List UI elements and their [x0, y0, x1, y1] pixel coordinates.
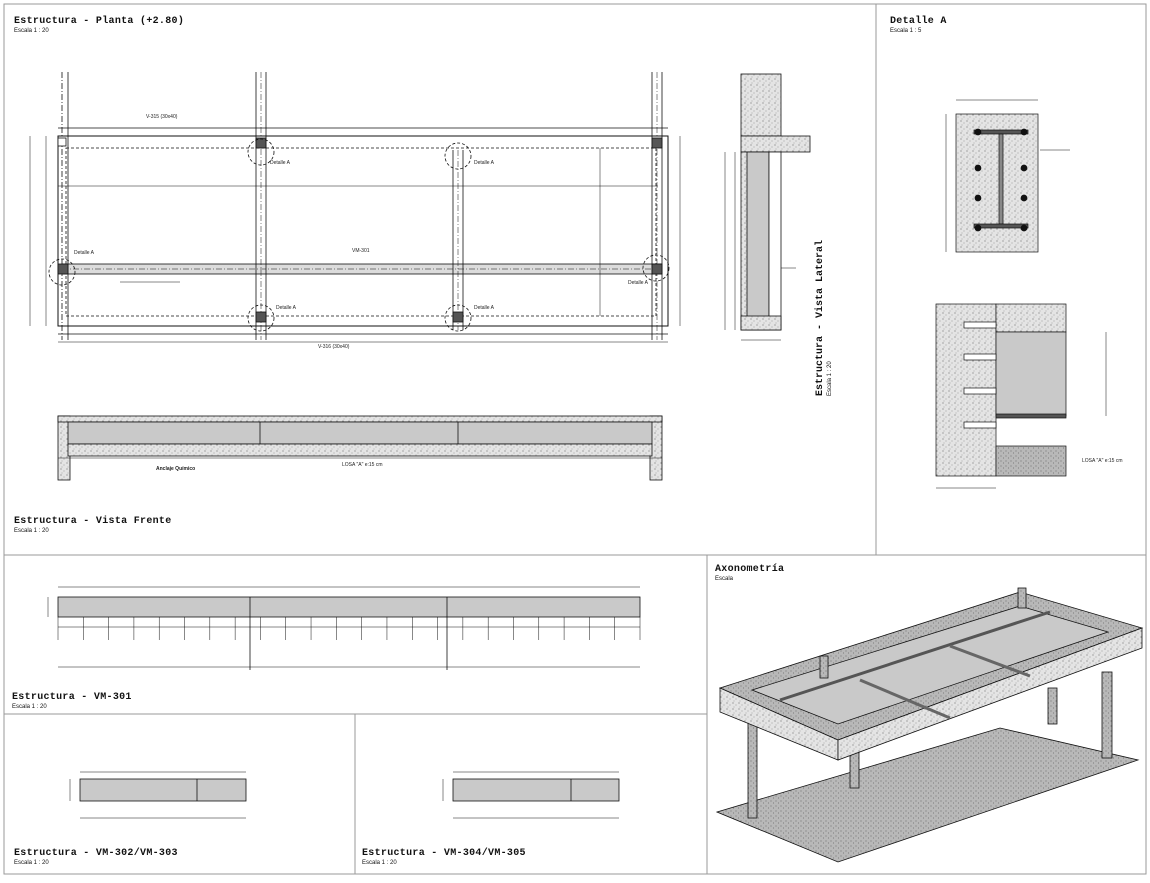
vm301-label: VM-301 — [352, 248, 370, 254]
planta-scale: Escala 1 : 20 — [14, 28, 49, 34]
vm301-drawing — [47, 586, 641, 670]
v315-label: V-315 (30x40) — [146, 114, 178, 120]
axono-floor — [715, 727, 1140, 863]
losa-label: LOSA "A" e:15 cm — [342, 462, 383, 468]
vm302-scale: Escala 1 : 20 — [14, 860, 49, 866]
lateral-title: Estructura - Vista Lateral — [815, 239, 826, 396]
frente-title: Estructura - Vista Frente — [14, 516, 172, 527]
planta-title: Estructura - Planta (+2.80) — [14, 16, 185, 27]
vm302-title: Estructura - VM-302/VM-303 — [14, 848, 178, 859]
lateral-drawing — [724, 73, 811, 341]
detalle-title: Detalle A — [890, 16, 947, 27]
planta-drawing — [29, 72, 681, 343]
vm301-beam — [57, 596, 641, 618]
slab-lateral — [740, 135, 811, 153]
planta-slab-outline — [57, 135, 669, 327]
detalle-a-label: Detalle A — [474, 305, 495, 311]
axono-drawing — [715, 587, 1144, 863]
anclaje-label: Anclaje Químico — [156, 466, 196, 472]
detalle-scale: Escala 1 : 5 — [890, 28, 922, 34]
lateral-scale: Escala 1 : 20 — [827, 361, 833, 396]
losa-label-detail: LOSA "A" e:15 cm — [1082, 458, 1123, 464]
planta-slab-inner — [65, 147, 657, 317]
detalle-a-label: Detalle A — [270, 160, 291, 166]
vm304-scale: Escala 1 : 20 — [362, 860, 397, 866]
detalle-a-label: Detalle A — [276, 305, 297, 311]
detalle-drawing — [935, 99, 1107, 489]
detalle-a-label: Detalle A — [474, 160, 495, 166]
detalle-a-label: Detalle A — [628, 280, 649, 286]
vm302-drawing — [69, 771, 247, 819]
vm304-title: Estructura - VM-304/VM-305 — [362, 848, 526, 859]
axono-scale: Escala — [715, 576, 734, 582]
beam-lateral — [746, 151, 770, 331]
vm301-scale: Escala 1 : 20 — [12, 704, 47, 710]
vm304-drawing — [442, 771, 620, 819]
axono-title: Axonometría — [715, 564, 785, 575]
drawing-sheet: Estructura - Planta (+2.80) Escala 1 : 2… — [0, 0, 1150, 878]
frente-scale: Escala 1 : 20 — [14, 528, 49, 534]
column-top-lateral — [740, 73, 782, 137]
frente-drawing — [57, 415, 663, 481]
detalle-a-label: Detalle A — [74, 250, 95, 256]
vm301-ticks — [57, 617, 641, 640]
frente-beam — [67, 421, 653, 445]
v316-label: V-316 (30x40) — [318, 344, 350, 350]
vm301-title: Estructura - VM-301 — [12, 692, 132, 703]
drawing-canvas — [3, 3, 1147, 875]
